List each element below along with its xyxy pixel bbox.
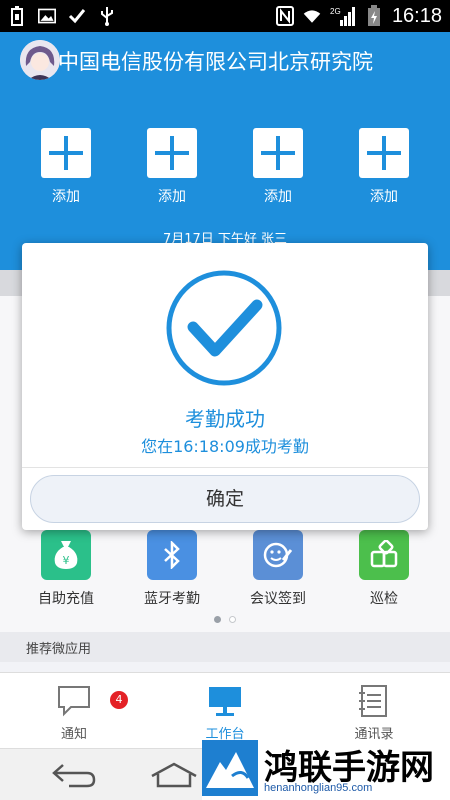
- success-check-icon: [166, 270, 282, 386]
- dialog-title: 考勤成功: [185, 407, 265, 431]
- attendance-success-dialog: 考勤成功 您在16:18:09成功考勤 确定: [22, 243, 428, 530]
- dialog-message: 您在16:18:09成功考勤: [141, 437, 309, 456]
- watermark-logo-icon: [202, 740, 258, 796]
- watermark-url: henanhonglian95.com: [264, 782, 373, 794]
- watermark: 鸿联手游网 henanhonglian95.com: [202, 740, 450, 800]
- confirm-button[interactable]: 确定: [30, 475, 420, 523]
- dialog-divider: [22, 467, 428, 468]
